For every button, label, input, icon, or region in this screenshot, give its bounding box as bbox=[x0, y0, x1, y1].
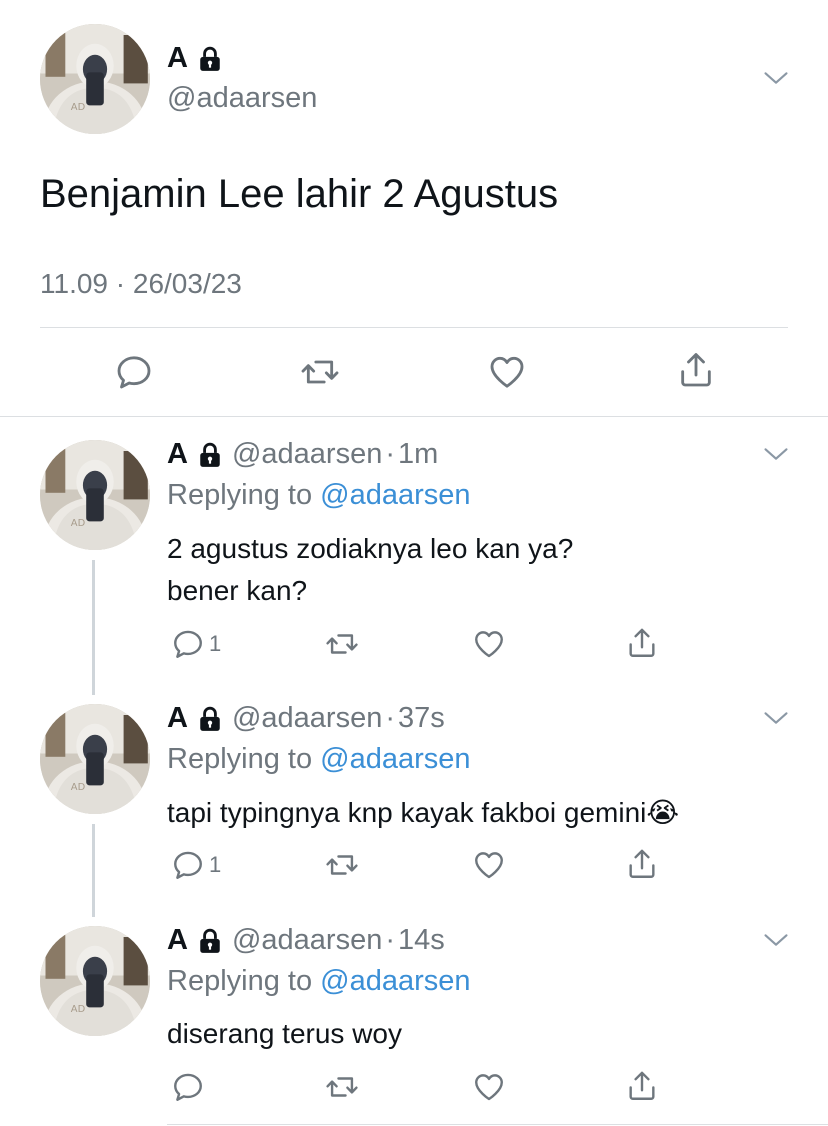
reply-action[interactable]: 1 bbox=[171, 848, 221, 882]
retweet-icon[interactable] bbox=[300, 352, 340, 392]
divider bbox=[167, 1124, 828, 1125]
divider bbox=[0, 416, 828, 417]
lock-icon bbox=[197, 706, 223, 732]
reply-icon[interactable] bbox=[114, 352, 154, 392]
chevron-down-icon[interactable] bbox=[762, 64, 790, 92]
chevron-down-icon[interactable] bbox=[762, 926, 790, 954]
like-icon[interactable] bbox=[472, 848, 506, 882]
replying-to-link[interactable]: @adaarsen bbox=[320, 479, 470, 511]
tweet-text-line: bener kan? bbox=[167, 575, 308, 606]
tweet-text: 2 agustus zodiaknya leo kan ya? bener ka… bbox=[167, 528, 573, 612]
handle[interactable]: @adaarsen bbox=[167, 82, 317, 115]
share-icon[interactable] bbox=[625, 847, 659, 881]
share-icon[interactable] bbox=[625, 1069, 659, 1103]
replying-to-link[interactable]: @adaarsen bbox=[320, 965, 470, 997]
thread-line bbox=[92, 824, 95, 917]
retweet-icon[interactable] bbox=[325, 1070, 359, 1104]
thread-line bbox=[92, 560, 95, 695]
replying-to-label: Replying to bbox=[167, 743, 313, 775]
reply-action[interactable]: 1 bbox=[171, 627, 221, 661]
replying-to-label: Replying to bbox=[167, 965, 313, 997]
relative-time[interactable]: 14s bbox=[398, 924, 445, 957]
avatar[interactable] bbox=[40, 440, 150, 550]
chevron-down-icon[interactable] bbox=[762, 704, 790, 732]
divider bbox=[40, 327, 788, 328]
separator: · bbox=[385, 924, 395, 956]
share-icon[interactable] bbox=[625, 626, 659, 660]
tweet-text: tapi typingnya knp kayak fakboi gemini😭 bbox=[167, 797, 680, 828]
reply-icon[interactable] bbox=[171, 848, 205, 882]
timestamp[interactable]: 11.09 · 26/03/23 bbox=[40, 268, 242, 300]
tweet-text: diserang terus woy bbox=[167, 1018, 403, 1049]
handle[interactable]: @adaarsen bbox=[232, 924, 382, 957]
avatar[interactable] bbox=[40, 24, 150, 134]
display-name[interactable]: A bbox=[167, 702, 188, 735]
display-name[interactable]: A bbox=[167, 438, 188, 471]
handle[interactable]: @adaarsen bbox=[232, 702, 382, 735]
relative-time[interactable]: 1m bbox=[398, 438, 438, 471]
like-icon[interactable] bbox=[472, 627, 506, 661]
display-name[interactable]: A bbox=[167, 42, 188, 75]
replying-to-label: Replying to bbox=[167, 479, 313, 511]
avatar[interactable] bbox=[40, 704, 150, 814]
like-icon[interactable] bbox=[472, 1070, 506, 1104]
separator: · bbox=[385, 702, 395, 734]
retweet-icon[interactable] bbox=[325, 627, 359, 661]
avatar-image bbox=[40, 926, 150, 1036]
retweet-icon[interactable] bbox=[325, 848, 359, 882]
reply-icon[interactable] bbox=[171, 1070, 205, 1104]
avatar[interactable] bbox=[40, 926, 150, 1036]
share-icon[interactable] bbox=[676, 350, 716, 390]
chevron-down-icon[interactable] bbox=[762, 440, 790, 468]
lock-icon bbox=[197, 46, 223, 72]
reply-count: 1 bbox=[209, 631, 222, 656]
relative-time[interactable]: 37s bbox=[398, 702, 445, 735]
avatar-image bbox=[40, 24, 150, 134]
avatar-image bbox=[40, 704, 150, 814]
tweet-text-line: 2 agustus zodiaknya leo kan ya? bbox=[167, 533, 574, 564]
reply-count: 1 bbox=[209, 852, 222, 877]
replying-to-link[interactable]: @adaarsen bbox=[320, 743, 470, 775]
like-icon[interactable] bbox=[487, 352, 527, 392]
separator: · bbox=[385, 438, 395, 470]
display-name[interactable]: A bbox=[167, 924, 188, 957]
handle[interactable]: @adaarsen bbox=[232, 438, 382, 471]
lock-icon bbox=[197, 442, 223, 468]
reply-icon[interactable] bbox=[171, 627, 205, 661]
tweet-text: Benjamin Lee lahir 2 Agustus bbox=[40, 172, 559, 216]
lock-icon bbox=[197, 928, 223, 954]
avatar-image bbox=[40, 440, 150, 550]
